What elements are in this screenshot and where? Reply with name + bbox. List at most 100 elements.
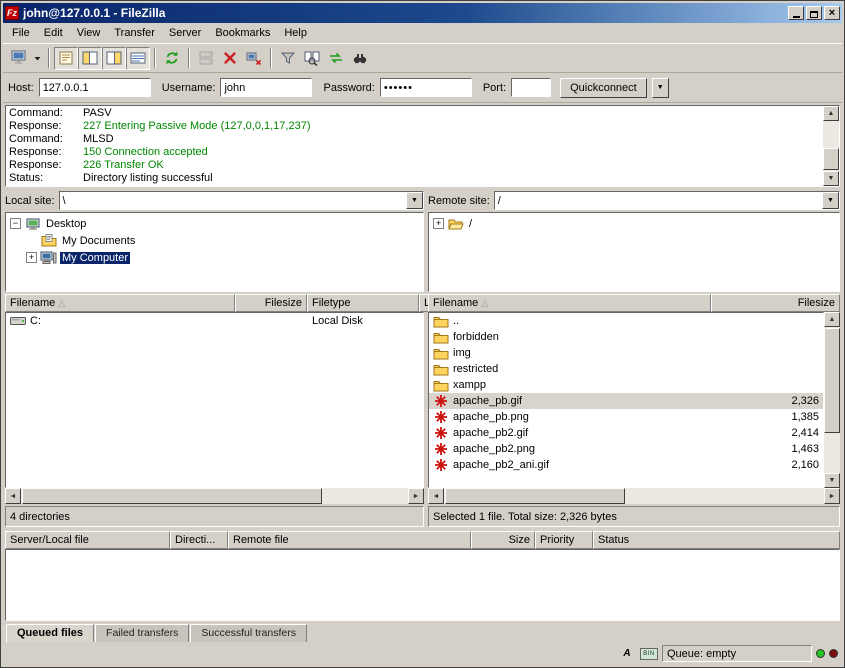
- disconnect-icon[interactable]: [242, 47, 266, 70]
- file-row-xampp[interactable]: xampp: [429, 377, 823, 393]
- tab-successful-transfers[interactable]: Successful transfers: [190, 624, 307, 642]
- expander-plus-icon[interactable]: +: [26, 252, 37, 263]
- site-manager-icon[interactable]: [7, 47, 31, 70]
- file-row-restricted[interactable]: restricted: [429, 361, 823, 377]
- tab-queued-files[interactable]: Queued files: [6, 624, 94, 642]
- quickconnect-button[interactable]: Quickconnect: [560, 78, 647, 98]
- scroll-left-icon[interactable]: ◄: [5, 488, 21, 504]
- scroll-right-icon[interactable]: ►: [824, 488, 840, 504]
- close-button[interactable]: ×: [824, 6, 840, 20]
- green-led-icon: [816, 649, 825, 658]
- scroll-up-icon[interactable]: ▲: [823, 106, 839, 121]
- filezilla-window: Fz john@127.0.0.1 - FileZilla × FileEdit…: [0, 0, 845, 668]
- remote-hscroll-track[interactable]: [444, 488, 824, 504]
- tree-item-item[interactable]: +/: [431, 215, 837, 232]
- menu-item-edit[interactable]: Edit: [37, 24, 70, 42]
- refresh-icon[interactable]: [160, 47, 184, 70]
- log-scroll-thumb[interactable]: [823, 148, 839, 170]
- maximize-button[interactable]: [806, 6, 822, 20]
- file-row-apache-pb-gif[interactable]: apache_pb.gif2,326: [429, 393, 823, 409]
- site-manager-dropdown-icon[interactable]: [31, 47, 44, 70]
- remote-hscroll-thumb[interactable]: [445, 488, 625, 504]
- tree-item-my-computer[interactable]: +My Computer: [8, 249, 421, 266]
- port-input[interactable]: [511, 78, 551, 97]
- compare-icon[interactable]: [300, 47, 324, 70]
- file-row-img[interactable]: img: [429, 345, 823, 361]
- column-header-priority[interactable]: Priority: [535, 531, 593, 549]
- column-header-size[interactable]: Size: [471, 531, 535, 549]
- quickconnect-dropdown-icon[interactable]: ▼: [652, 78, 669, 98]
- combo-dropdown-icon[interactable]: ▼: [822, 192, 839, 209]
- host-input[interactable]: [39, 78, 151, 97]
- column-header-status[interactable]: Status: [593, 531, 840, 549]
- computer-icon: [40, 250, 57, 265]
- remote-site-combo[interactable]: / ▼: [494, 191, 840, 210]
- column-header-filesize[interactable]: Filesize: [711, 294, 840, 312]
- column-header-directi[interactable]: Directi...: [170, 531, 228, 549]
- menu-item-file[interactable]: File: [5, 24, 37, 42]
- file-row-forbidden[interactable]: forbidden: [429, 329, 823, 345]
- scroll-down-icon[interactable]: ▼: [823, 171, 839, 186]
- folder-icon: [433, 330, 449, 344]
- file-row-apache-pb-png[interactable]: apache_pb.png1,385: [429, 409, 823, 425]
- remote-vscrollbar[interactable]: ▲ ▼: [824, 312, 840, 488]
- cancel-icon[interactable]: [218, 47, 242, 70]
- toggle-queue-icon[interactable]: [126, 47, 150, 70]
- file-row-item[interactable]: ..: [429, 313, 823, 329]
- scroll-up-icon[interactable]: ▲: [824, 312, 840, 327]
- log-scrollbar[interactable]: ▲ ▼: [823, 106, 839, 186]
- remote-vscroll-track[interactable]: [824, 327, 840, 473]
- local-hscroll-track[interactable]: [21, 488, 408, 504]
- sort-asc-icon: △: [481, 298, 488, 309]
- log-message: 150 Connection accepted: [83, 146, 208, 158]
- column-header-remote-file[interactable]: Remote file: [228, 531, 471, 549]
- find-icon[interactable]: [348, 47, 372, 70]
- sort-asc-icon: △: [58, 298, 65, 309]
- local-site-combo[interactable]: \ ▼: [59, 191, 424, 210]
- scroll-left-icon[interactable]: ◄: [428, 488, 444, 504]
- column-header-filename[interactable]: Filename△: [428, 294, 711, 312]
- password-input[interactable]: [380, 78, 472, 97]
- remote-hscrollbar[interactable]: ◄ ►: [428, 488, 840, 504]
- log-lines: Command:PASVResponse:227 Entering Passiv…: [6, 106, 823, 186]
- column-header-filename[interactable]: Filename△: [5, 294, 235, 312]
- menu-item-help[interactable]: Help: [277, 24, 314, 42]
- file-row-c[interactable]: C:Local Disk: [6, 313, 423, 329]
- tab-failed-transfers[interactable]: Failed transfers: [95, 624, 189, 642]
- column-header-filesize[interactable]: Filesize: [235, 294, 307, 312]
- toggle-log-icon[interactable]: [54, 47, 78, 70]
- filter-icon[interactable]: [276, 47, 300, 70]
- scroll-right-icon[interactable]: ►: [408, 488, 424, 504]
- remote-vscroll-thumb[interactable]: [824, 328, 840, 433]
- file-row-apache-pb2-gif[interactable]: apache_pb2.gif2,414: [429, 425, 823, 441]
- file-row-apache-pb2-png[interactable]: apache_pb2.png1,463: [429, 441, 823, 457]
- process-queue-icon[interactable]: [194, 47, 218, 70]
- image-icon: [433, 458, 449, 472]
- log-scroll-track[interactable]: [823, 121, 839, 171]
- sync-browse-icon[interactable]: [324, 47, 348, 70]
- tree-item-desktop[interactable]: −Desktop: [8, 215, 421, 232]
- menu-item-transfer[interactable]: Transfer: [107, 24, 162, 42]
- expander-plus-icon[interactable]: +: [433, 218, 444, 229]
- username-input[interactable]: [220, 78, 312, 97]
- menu-item-server[interactable]: Server: [162, 24, 208, 42]
- expander-minus-icon[interactable]: −: [10, 218, 21, 229]
- filename-cell: ..: [429, 314, 712, 328]
- column-header-server-local-file[interactable]: Server/Local file: [5, 531, 170, 549]
- column-header-filetype[interactable]: Filetype: [307, 294, 419, 312]
- minimize-button[interactable]: [788, 6, 804, 20]
- column-header-label: Status: [598, 534, 629, 546]
- file-row-apache-pb2-ani-gif[interactable]: apache_pb2_ani.gif2,160: [429, 457, 823, 473]
- log-message: Directory listing successful: [83, 172, 213, 184]
- folder-icon: [433, 314, 449, 328]
- tree-item-my-documents[interactable]: My Documents: [8, 232, 421, 249]
- menu-item-bookmarks[interactable]: Bookmarks: [208, 24, 277, 42]
- toggle-remote-tree-icon[interactable]: [102, 47, 126, 70]
- local-hscrollbar[interactable]: ◄ ►: [5, 488, 424, 504]
- toggle-local-tree-icon[interactable]: [78, 47, 102, 70]
- filezilla-app-icon: Fz: [5, 6, 19, 20]
- menu-item-view[interactable]: View: [70, 24, 108, 42]
- scroll-down-icon[interactable]: ▼: [824, 473, 840, 488]
- combo-dropdown-icon[interactable]: ▼: [406, 192, 423, 209]
- local-hscroll-thumb[interactable]: [22, 488, 322, 504]
